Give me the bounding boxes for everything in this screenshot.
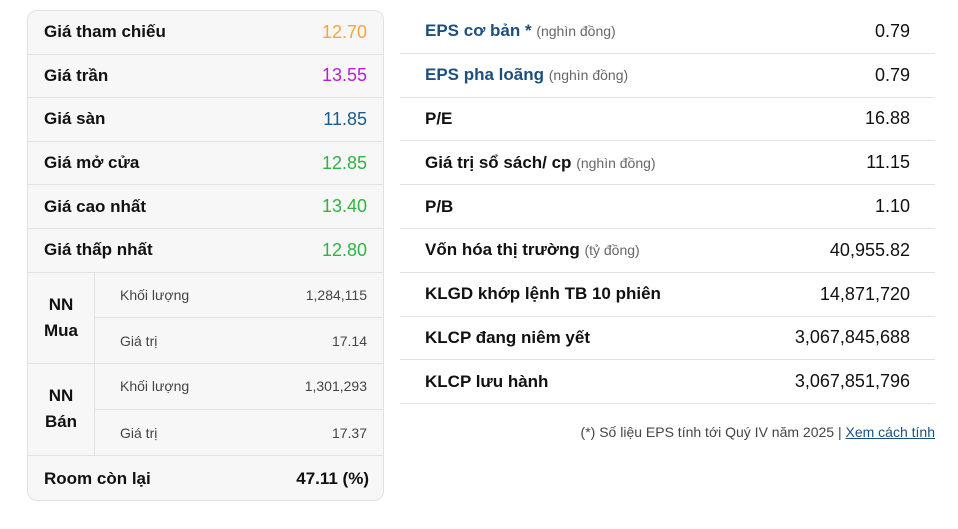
price-row: Giá trần 13.55 <box>28 55 383 99</box>
price-row: Giá cao nhất 13.40 <box>28 185 383 229</box>
metric-value: 0.79 <box>874 20 910 41</box>
metric-label[interactable]: EPS pha loãng <box>425 65 544 84</box>
buy-value-value: 17.14 <box>331 333 367 350</box>
metric-value: 16.88 <box>864 108 910 129</box>
metric-label: KLGD khớp lệnh TB 10 phiên <box>425 284 661 304</box>
metric-row: EPS cơ bản * (nghìn đồng) 0.79 <box>400 10 935 54</box>
price-row: Giá sàn 11.85 <box>28 98 383 142</box>
metric-value: 11.15 <box>866 152 910 173</box>
metric-row: P/B 1.10 <box>400 185 935 229</box>
nn-sell-label-1: NN <box>48 386 74 406</box>
metric-value: 3,067,845,688 <box>794 327 910 348</box>
metric-row: Vốn hóa thị trường (tỷ đồng) 40,955.82 <box>400 229 935 273</box>
buy-volume-value: 1,284,115 <box>305 286 367 303</box>
metric-row: KLGD khớp lệnh TB 10 phiên 14,871,720 <box>400 273 935 317</box>
metric-unit: (nghìn đồng) <box>548 67 629 84</box>
metric-value: 14,871,720 <box>819 283 910 304</box>
metric-row: EPS pha loãng (nghìn đồng) 0.79 <box>400 54 935 98</box>
eps-footnote: (*) Số liệu EPS tính tới Quý IV năm 2025… <box>581 424 935 440</box>
metric-unit: (nghìn đồng) <box>536 23 616 40</box>
metric-row: Giá trị sổ sách/ cp (nghìn đồng) 11.15 <box>400 141 935 186</box>
price-label: Giá cao nhất <box>44 196 147 216</box>
price-value: 12.80 <box>321 239 367 260</box>
foreign-buy-section: NN Mua Khối lượng 1,284,115 Giá trị 17.14 <box>28 272 383 365</box>
footnote-text: (*) Số liệu EPS tính tới Quý IV năm 2025… <box>580 424 842 440</box>
room-label: Room còn lại <box>44 468 151 488</box>
price-label: Giá sàn <box>44 109 106 129</box>
metric-label: Giá trị sổ sách/ cp <box>425 152 572 172</box>
price-value: 13.55 <box>321 65 367 86</box>
metric-row: KLCP đang niêm yết 3,067,845,688 <box>400 317 935 361</box>
nn-buy-label-2: Mua <box>44 320 78 340</box>
nn-buy-label-1: NN <box>48 294 74 314</box>
metric-label: P/E <box>425 108 453 128</box>
sell-volume-value: 1,301,293 <box>304 378 367 395</box>
price-value: 11.85 <box>323 108 367 129</box>
metric-unit: (tỷ đồng) <box>584 242 640 259</box>
price-label: Giá mở cửa <box>44 153 140 173</box>
metric-value: 3,067,851,796 <box>794 371 910 392</box>
calculation-link[interactable]: Xem cách tính <box>846 424 936 440</box>
room-value: 47.11 (%) <box>296 468 369 488</box>
price-label: Giá thấp nhất <box>44 240 153 260</box>
metric-label: Vốn hóa thị trường <box>425 240 580 260</box>
fundamentals-table: EPS cơ bản * (nghìn đồng) 0.79 EPS pha loã… <box>400 10 935 405</box>
metric-label: KLCP đang niêm yết <box>425 327 590 347</box>
metric-label: KLCP lưu hành <box>425 371 549 391</box>
sell-volume-label: Khối lượng <box>120 378 190 395</box>
price-label: Giá tham chiếu <box>44 22 166 42</box>
buy-value-label: Giá trị <box>120 333 158 350</box>
metric-label[interactable]: EPS cơ bản * <box>425 21 532 40</box>
price-value: 12.70 <box>321 21 367 42</box>
price-value: 12.85 <box>321 152 367 173</box>
foreign-sell-section: NN Bán Khối lượng 1,301,293 Giá trị 17.37 <box>28 364 383 456</box>
metric-unit: (nghìn đồng) <box>576 154 656 171</box>
price-row: Giá thấp nhất 12.80 <box>28 229 383 273</box>
metric-row: P/E 16.88 <box>400 98 935 142</box>
price-info-card: Giá tham chiếu 12.70 Giá trần 13.55 Giá sàn 1… <box>27 10 384 501</box>
price-row: Giá mở cửa 12.85 <box>28 142 383 186</box>
price-row: Giá tham chiếu 12.70 <box>28 11 383 55</box>
metric-value: 0.79 <box>874 64 910 85</box>
price-value: 13.40 <box>321 196 367 217</box>
metric-value: 1.10 <box>874 196 910 217</box>
buy-volume-label: Khối lượng <box>120 286 190 303</box>
room-row: Room còn lại 47.11 (%) <box>28 456 383 500</box>
metric-value: 40,955.82 <box>829 239 910 260</box>
metric-label: P/B <box>425 196 454 216</box>
sell-value-label: Giá trị <box>120 424 158 441</box>
sell-value-value: 17.37 <box>331 424 367 441</box>
price-label: Giá trần <box>44 65 109 85</box>
nn-sell-label-2: Bán <box>44 412 78 432</box>
metric-row: KLCP lưu hành 3,067,851,796 <box>400 360 935 405</box>
